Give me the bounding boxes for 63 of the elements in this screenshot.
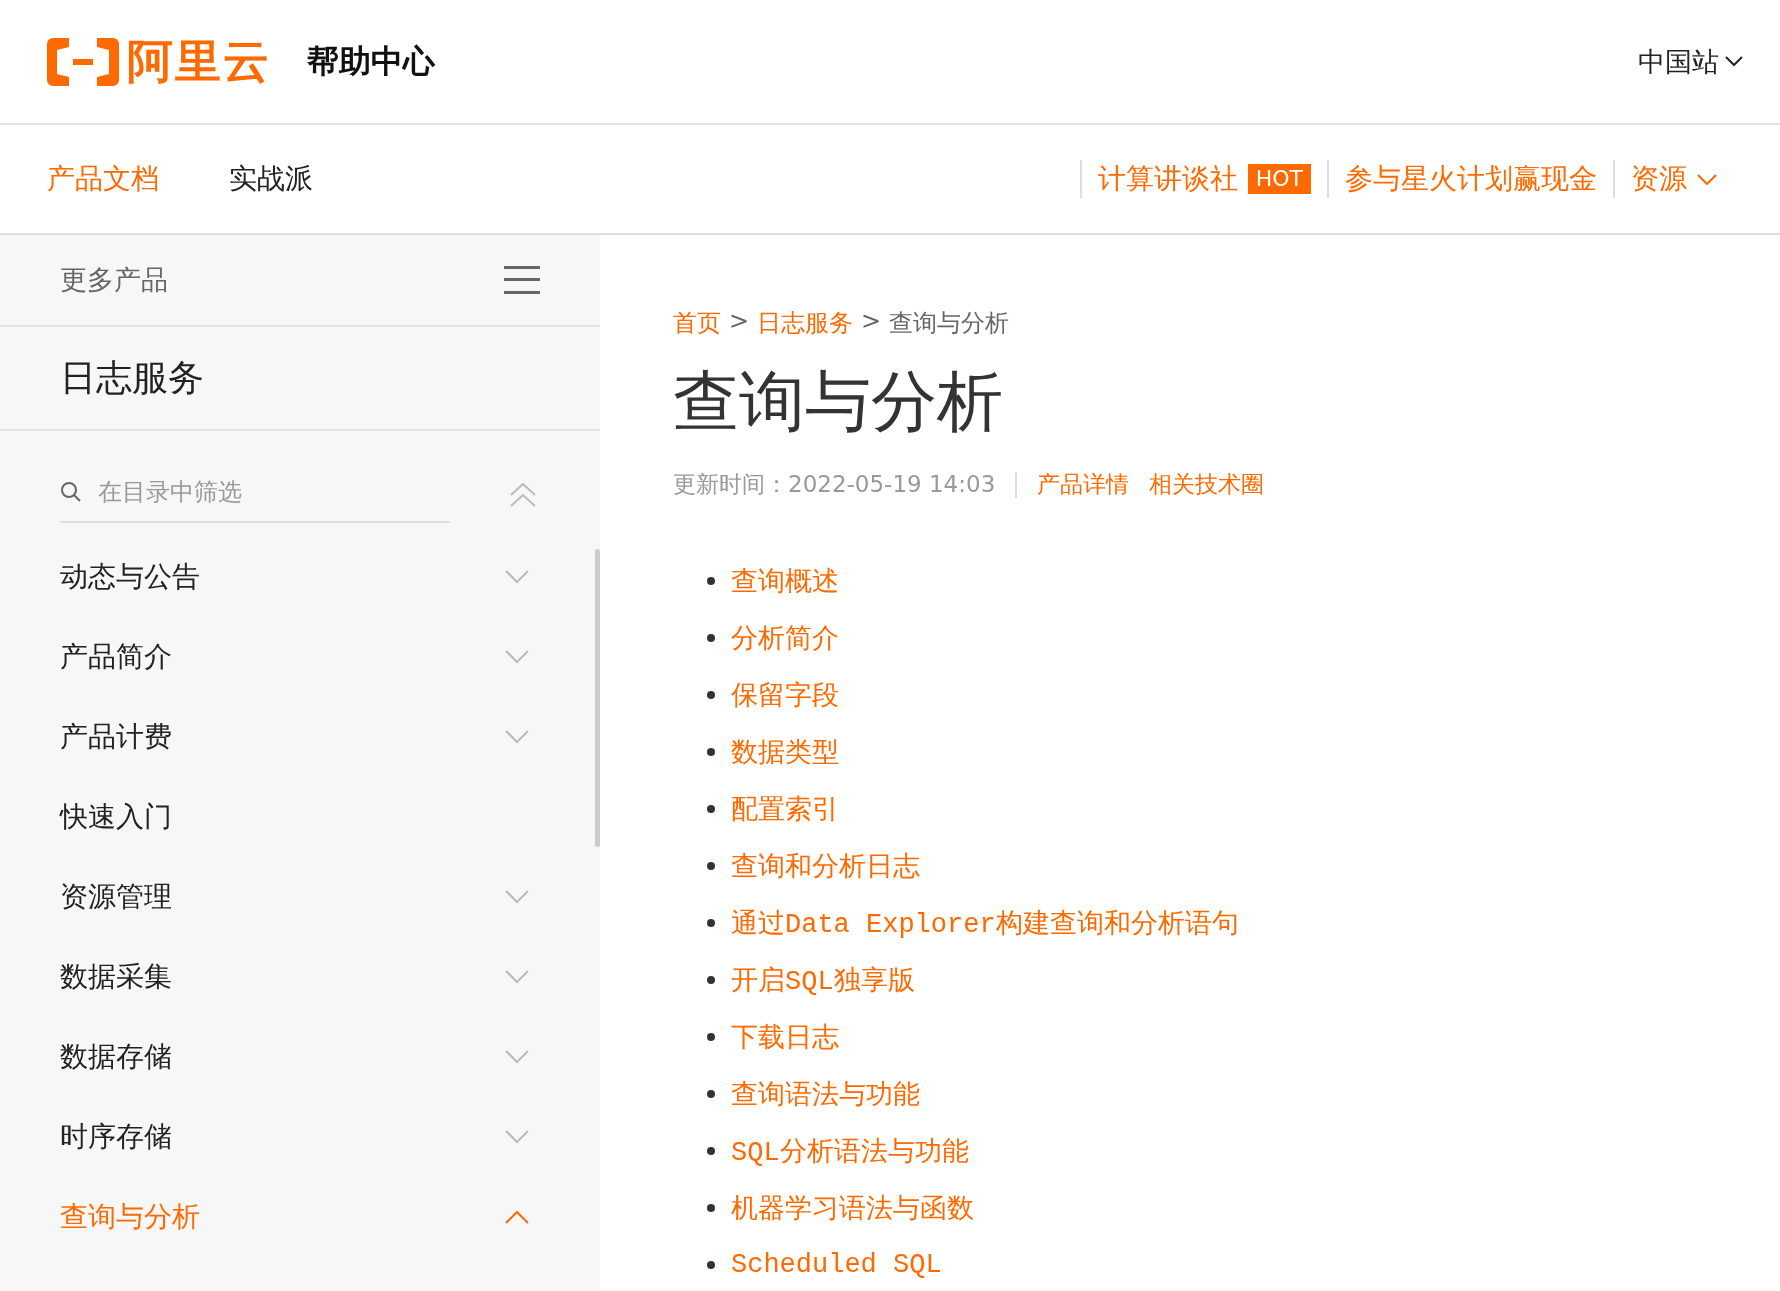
nav-tab[interactable]: 实战派 (229, 160, 313, 198)
meta-link[interactable]: 产品详情 (1037, 469, 1130, 500)
breadcrumb-link[interactable]: 日志服务 (757, 307, 854, 339)
site-title: 帮助中心 (307, 40, 435, 82)
bullet-icon (707, 633, 715, 642)
sidebar-item[interactable]: 时序存储 (0, 1097, 590, 1177)
sidebar-item[interactable]: 产品计费 (0, 697, 590, 777)
doc-link[interactable]: 分析简介 (731, 619, 839, 656)
page-title: 查询与分析 (673, 362, 1004, 442)
doc-link[interactable]: 数据类型 (731, 733, 839, 770)
doc-link[interactable]: SQL分析语法与功能 (731, 1132, 969, 1169)
menu-icon[interactable] (504, 266, 540, 294)
search-icon (60, 481, 82, 503)
logo-text[interactable]: 阿里云 (127, 30, 271, 93)
sidebar-item[interactable]: 资源管理 (0, 857, 590, 937)
sidebar-item[interactable]: 查询与分析 (0, 1177, 590, 1257)
bullet-icon (707, 747, 715, 756)
doc-link[interactable]: 查询和分析日志 (731, 847, 920, 884)
nav-link[interactable]: 资源 (1631, 160, 1687, 198)
bullet-icon (707, 690, 715, 699)
bullet-icon (707, 861, 715, 870)
breadcrumb-link[interactable]: 首页 (673, 307, 721, 339)
bullet-icon (707, 918, 715, 927)
nav-tab[interactable]: 产品文档 (47, 160, 159, 198)
hot-badge: HOT (1247, 164, 1311, 194)
doc-link[interactable]: 查询概述 (731, 562, 839, 599)
doc-link[interactable]: Scheduled SQL (731, 1249, 942, 1280)
doc-link[interactable]: 保留字段 (731, 676, 839, 713)
sidebar-item[interactable]: 产品简介 (0, 617, 590, 697)
region-selector[interactable]: 中国站 (1638, 43, 1719, 80)
breadcrumb-current: 查询与分析 (889, 308, 1010, 339)
doc-link[interactable]: 配置索引 (731, 790, 839, 827)
bullet-icon (707, 1089, 715, 1098)
bullet-icon (707, 576, 715, 585)
bullet-icon (707, 1146, 715, 1155)
doc-link[interactable]: 通过Data Explorer构建查询和分析语句 (731, 904, 1239, 941)
doc-link[interactable]: 下载日志 (731, 1018, 839, 1055)
breadcrumb-separator: > (729, 307, 750, 337)
sidebar-item[interactable]: 数据采集 (0, 937, 590, 1017)
doc-link[interactable]: 机器学习语法与函数 (731, 1189, 974, 1226)
sidebar-item[interactable]: 动态与公告 (0, 537, 590, 617)
bullet-icon (707, 1260, 715, 1269)
collapse-all-icon[interactable] (510, 483, 536, 507)
logo-icon (47, 37, 119, 86)
product-title: 日志服务 (0, 327, 600, 431)
breadcrumb-separator: > (861, 307, 882, 337)
bullet-icon (707, 804, 715, 813)
nav-link[interactable]: 参与星火计划赢现金 (1345, 160, 1597, 198)
sidebar-item[interactable]: 快速入门 (0, 777, 590, 857)
bullet-icon (707, 975, 715, 984)
filter-field[interactable]: 在目录中筛选 (96, 477, 430, 507)
chevron-down-icon[interactable] (1725, 56, 1743, 67)
bullet-icon (707, 1032, 715, 1041)
chevron-up-icon[interactable] (504, 1210, 530, 1224)
update-time: 更新时间：2022-05-19 14:03 (673, 470, 996, 499)
bullet-icon (707, 1203, 715, 1212)
nav-link[interactable]: 计算讲谈社 (1097, 160, 1238, 198)
more-products-label[interactable]: 更多产品 (60, 262, 504, 298)
sidebar-item[interactable]: 数据存储 (0, 1017, 590, 1097)
meta-link[interactable]: 相关技术圈 (1149, 469, 1265, 500)
doc-link[interactable]: 开启SQL独享版 (731, 961, 915, 998)
doc-link[interactable]: 查询语法与功能 (731, 1075, 920, 1112)
scrollbar[interactable] (595, 549, 600, 847)
